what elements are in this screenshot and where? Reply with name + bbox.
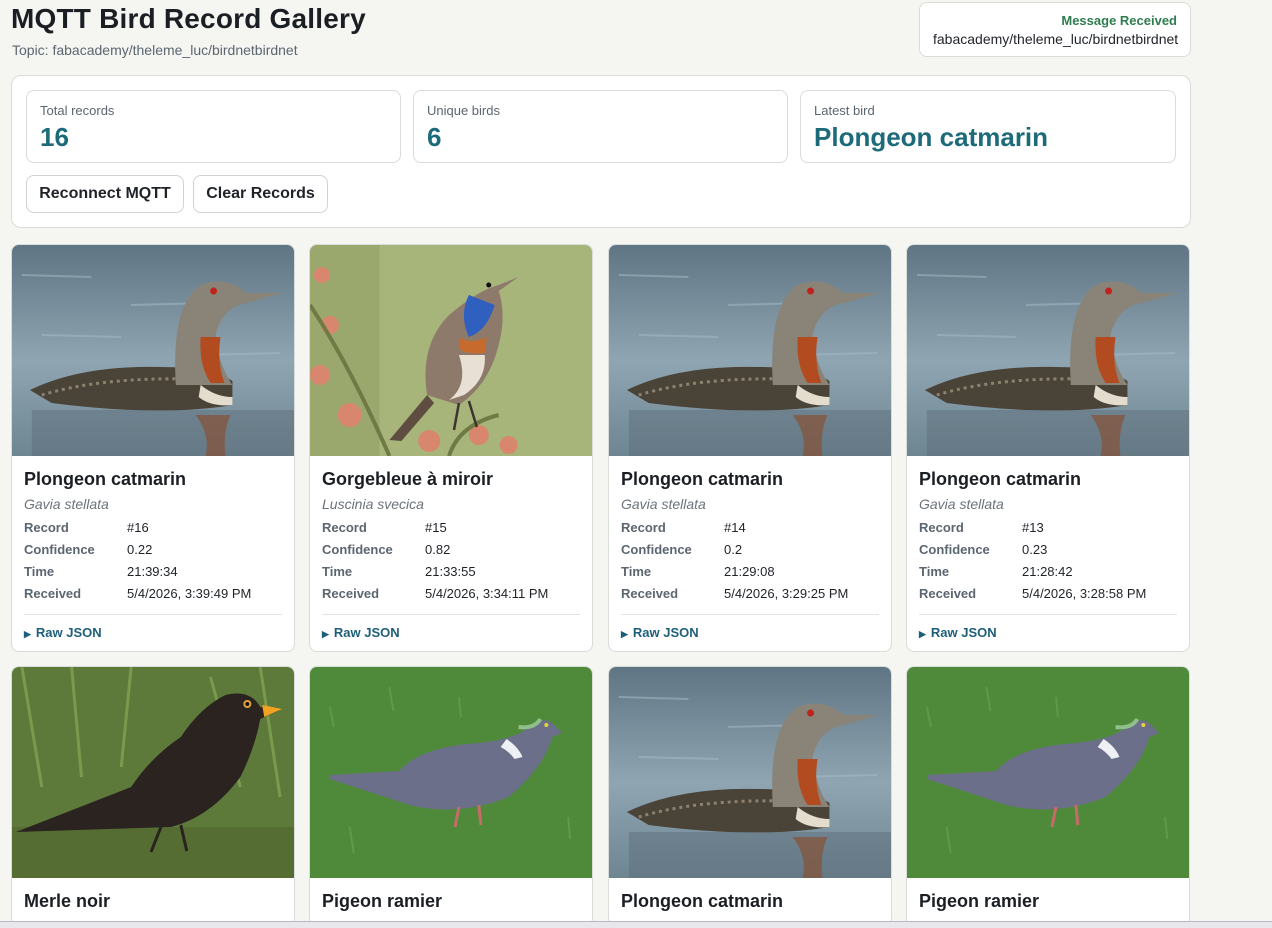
disclosure-triangle-icon: ▶ — [621, 629, 628, 639]
bird-card: Plongeon catmarin Gavia stellata Record #14… — [608, 244, 892, 652]
disclosure-triangle-icon: ▶ — [919, 629, 926, 639]
card-divider — [322, 614, 580, 615]
meta-label-received: Received — [322, 586, 380, 601]
meta-value-time: 21:33:55 — [425, 564, 476, 579]
meta-value-record: #14 — [724, 520, 746, 535]
meta-value-received: 5/4/2026, 3:39:49 PM — [127, 586, 252, 601]
pigeon-image — [310, 667, 592, 878]
stat-latest-bird: Latest bird Plongeon catmarin — [800, 90, 1176, 163]
bird-common-name: Pigeon ramier — [919, 891, 1040, 911]
meta-value-confidence: 0.23 — [1022, 542, 1048, 557]
meta-label-received: Received — [621, 586, 679, 601]
meta-label-confidence: Confidence — [322, 542, 393, 557]
window-bottom-edge — [0, 921, 1272, 928]
bird-common-name: Gorgebleue à miroir — [322, 469, 494, 489]
meta-value-received: 5/4/2026, 3:28:58 PM — [1022, 586, 1147, 601]
bird-card: Pigeon ramierColumba palumbus — [906, 666, 1190, 926]
raw-json-label: Raw JSON — [930, 625, 997, 640]
meta-label-received: Received — [24, 586, 82, 601]
stat-label: Total records — [40, 103, 115, 118]
stat-value: 6 — [427, 122, 442, 152]
bird-common-name: Pigeon ramier — [322, 891, 443, 911]
stat-label: Latest bird — [814, 103, 875, 118]
raw-json-label: Raw JSON — [632, 625, 699, 640]
raw-json-toggle[interactable]: ▶ Raw JSON — [322, 625, 580, 640]
card-divider — [919, 614, 1177, 615]
raw-json-toggle[interactable]: ▶ Raw JSON — [24, 625, 282, 640]
meta-value-time: 21:29:08 — [724, 564, 775, 579]
meta-value-record: #15 — [425, 520, 447, 535]
meta-label-time: Time — [24, 564, 55, 579]
meta-value-record: #16 — [127, 520, 149, 535]
stat-unique-birds: Unique birds 6 — [413, 90, 788, 163]
topic-text: Topic: fabacademy/theleme_luc/birdnetbir… — [12, 42, 298, 58]
bird-card: Gorgebleue à miroir Luscinia svecica Recor… — [309, 244, 593, 652]
loon-image — [907, 245, 1189, 456]
page-title: MQTT Bird Record Gallery — [11, 3, 366, 34]
bird-card: Plongeon catmarin Gavia stellata Record #13… — [906, 244, 1190, 652]
bird-scientific-name: Luscinia svecica — [322, 496, 424, 512]
bird-scientific-name: Gavia stellata — [919, 496, 1004, 512]
stats-panel: Total records 16 Unique birds 6 Latest b… — [11, 75, 1191, 228]
meta-value-confidence: 0.22 — [127, 542, 153, 557]
meta-value-time: 21:39:34 — [127, 564, 178, 579]
record-meta: Record #16 Confidence 0.22 Time 21:39:34 Recei… — [24, 520, 282, 602]
disclosure-triangle-icon: ▶ — [322, 629, 329, 639]
meta-label-record: Record — [322, 520, 367, 535]
meta-label-time: Time — [322, 564, 353, 579]
record-meta: Record #15 Confidence 0.82 Time 21:33:55 Recei… — [322, 520, 580, 602]
loon-image — [12, 245, 294, 456]
status-label: Message Received — [1061, 13, 1177, 28]
bird-card: Pigeon ramierColumba palumbus — [309, 666, 593, 926]
bird-scientific-name: Gavia stellata — [621, 496, 706, 512]
stat-value: 16 — [40, 122, 69, 152]
reconnect-mqtt-button[interactable]: Reconnect MQTT — [26, 175, 184, 213]
meta-label-time: Time — [621, 564, 652, 579]
meta-label-confidence: Confidence — [621, 542, 692, 557]
meta-label-time: Time — [919, 564, 950, 579]
raw-json-label: Raw JSON — [35, 625, 102, 640]
bird-scientific-name: Gavia stellata — [24, 496, 109, 512]
meta-value-confidence: 0.2 — [724, 542, 743, 557]
clear-records-button[interactable]: Clear Records — [193, 175, 328, 213]
meta-label-confidence: Confidence — [24, 542, 95, 557]
record-meta: Record #13 Confidence 0.23 Time 21:28:42 Recei… — [919, 520, 1177, 602]
raw-json-toggle[interactable]: ▶ Raw JSON — [919, 625, 1177, 640]
disclosure-triangle-icon: ▶ — [24, 629, 31, 639]
meta-value-received: 5/4/2026, 3:34:11 PM — [425, 586, 549, 601]
bird-common-name: Plongeon catmarin — [621, 891, 784, 911]
card-divider — [621, 614, 879, 615]
message-status-box: Message Received fabacademy/theleme_luc/… — [919, 2, 1191, 57]
status-topic: fabacademy/theleme_luc/birdnetbirdnet — [933, 31, 1179, 47]
bird-card: Plongeon catmarinGavia stellata — [608, 666, 892, 926]
meta-label-record: Record — [621, 520, 666, 535]
card-divider — [24, 614, 282, 615]
meta-label-confidence: Confidence — [919, 542, 990, 557]
bird-card: Merle noirTurdus merula — [11, 666, 295, 926]
bird-common-name: Merle noir — [24, 891, 111, 911]
meta-value-received: 5/4/2026, 3:29:25 PM — [724, 586, 849, 601]
loon-image — [609, 245, 891, 456]
stat-value: Plongeon catmarin — [814, 122, 1049, 152]
pigeon-image — [907, 667, 1189, 878]
loon-image — [609, 667, 891, 878]
meta-label-received: Received — [919, 586, 977, 601]
meta-value-record: #13 — [1022, 520, 1044, 535]
record-meta: Record #14 Confidence 0.2 Time 21:29:08 Receiv… — [621, 520, 879, 602]
meta-value-time: 21:28:42 — [1022, 564, 1073, 579]
blackbird-image — [12, 667, 294, 878]
stat-label: Unique birds — [427, 103, 500, 118]
bird-common-name: Plongeon catmarin — [919, 469, 1082, 489]
raw-json-label: Raw JSON — [333, 625, 400, 640]
meta-value-confidence: 0.82 — [425, 542, 451, 557]
stat-total-records: Total records 16 — [26, 90, 401, 163]
raw-json-toggle[interactable]: ▶ Raw JSON — [621, 625, 879, 640]
bird-common-name: Plongeon catmarin — [24, 469, 187, 489]
bird-card: Plongeon catmarin Gavia stellata Record #16… — [11, 244, 295, 652]
meta-label-record: Record — [919, 520, 964, 535]
bird-common-name: Plongeon catmarin — [621, 469, 784, 489]
meta-label-record: Record — [24, 520, 69, 535]
bluethroat-image — [310, 245, 592, 457]
